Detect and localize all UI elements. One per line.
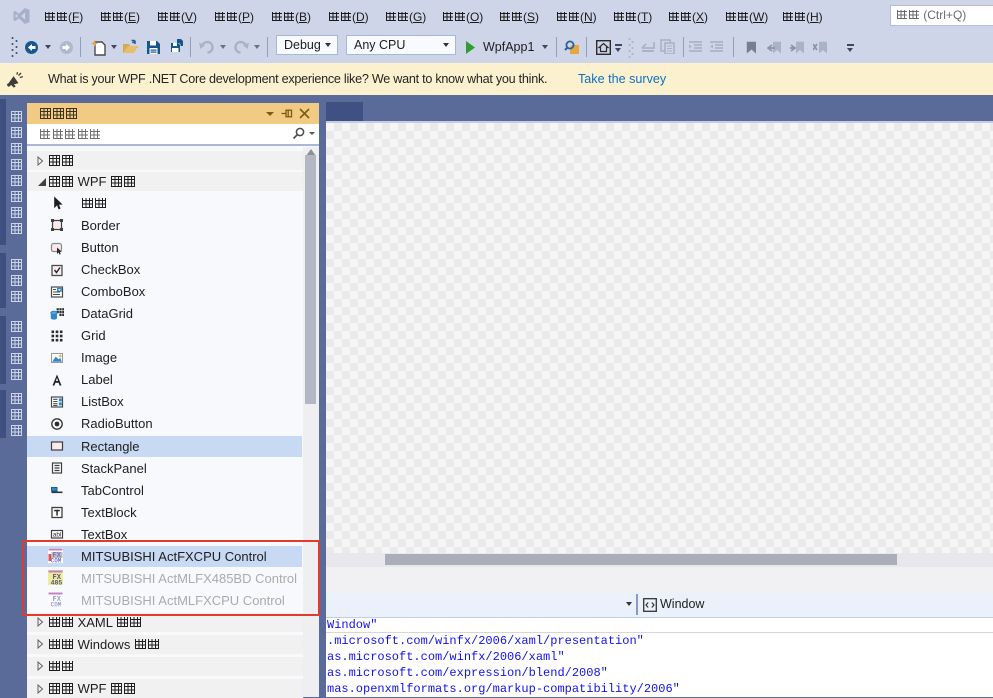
svg-text:abl: abl <box>53 531 62 538</box>
